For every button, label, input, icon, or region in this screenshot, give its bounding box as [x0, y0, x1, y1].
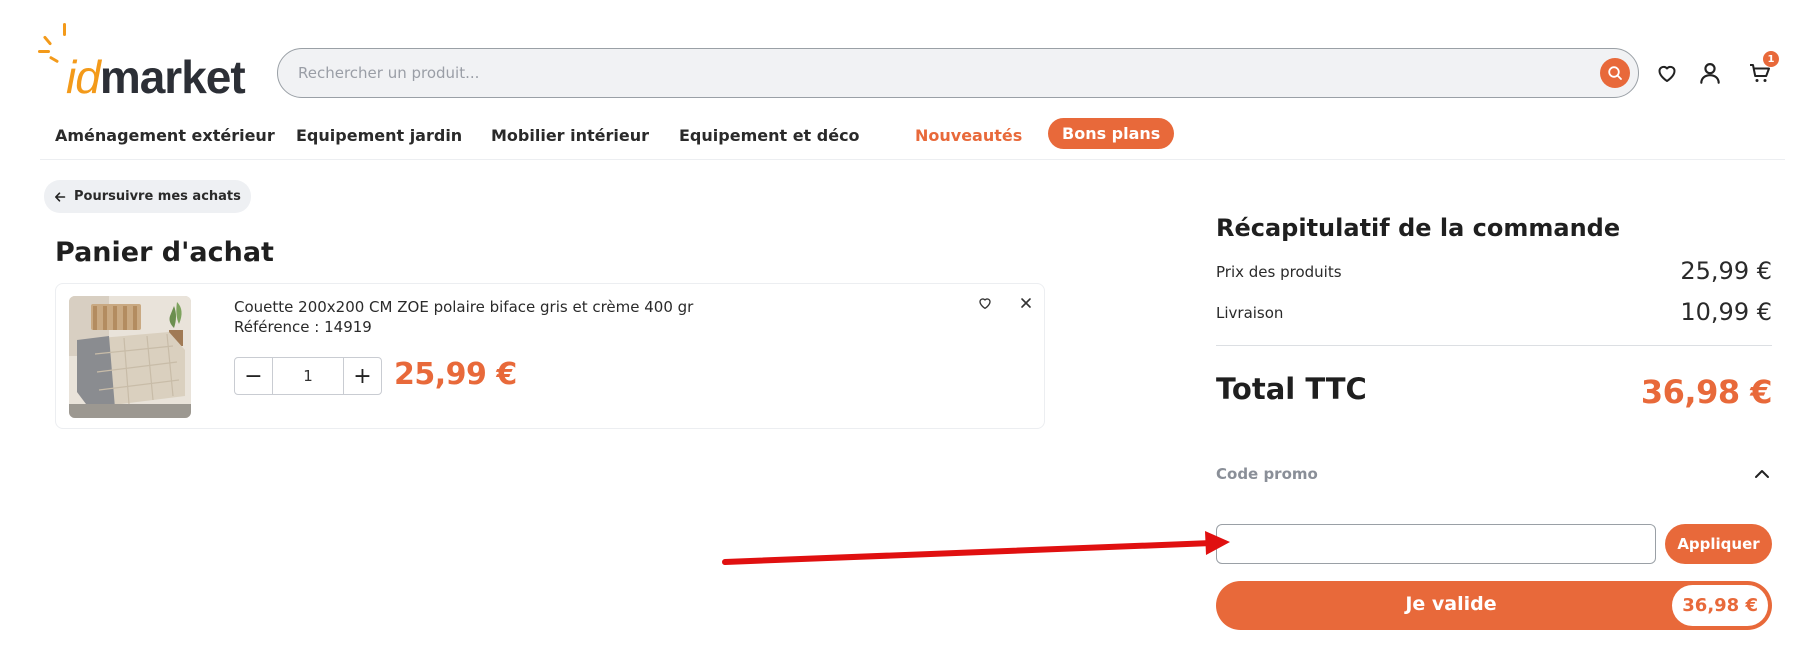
validate-order-price: 36,98 € [1672, 585, 1768, 626]
nav-item-equipement-jardin[interactable]: Equipement jardin [296, 126, 462, 145]
shipping-label: Livraison [1216, 304, 1284, 322]
products-price-label: Prix des produits [1216, 263, 1342, 281]
close-icon [1021, 298, 1031, 308]
logo-market-text: market [99, 51, 246, 103]
quantity-decrease-button[interactable]: − [235, 358, 272, 394]
wishlist-button[interactable] [1652, 58, 1682, 88]
nav-item-equipement-deco[interactable]: Equipement et déco [679, 126, 860, 145]
nav-item-nouveautes[interactable]: Nouveautés [915, 126, 1022, 145]
search-input[interactable] [298, 49, 1558, 96]
quantity-stepper: − 1 + [234, 357, 382, 395]
arrow-left-icon [55, 191, 66, 202]
remove-item-button[interactable] [1015, 292, 1037, 314]
user-icon [1700, 63, 1720, 84]
products-price-value: 25,99 € [1680, 257, 1772, 285]
heart-icon [1658, 65, 1676, 82]
nav-item-bons-plans[interactable]: Bons plans [1048, 118, 1175, 149]
validate-order-button[interactable]: Je valide 36,98 € [1216, 581, 1772, 630]
product-name[interactable]: Couette 200x200 CM ZOE polaire biface gr… [234, 298, 693, 316]
add-to-wishlist-button[interactable] [974, 292, 996, 314]
total-value: 36,98 € [1640, 373, 1773, 411]
nav-divider [40, 159, 1785, 160]
promo-code-toggle[interactable]: Code promo [1216, 462, 1772, 490]
cart-button[interactable]: 1 [1745, 51, 1779, 88]
search-icon [1608, 66, 1622, 80]
continue-shopping-button[interactable]: Poursuivre mes achats [44, 180, 251, 213]
total-label: Total TTC [1216, 372, 1367, 406]
cart-count-badge: 1 [1763, 51, 1779, 67]
search-bar [277, 48, 1639, 98]
nav-item-mobilier-interieur[interactable]: Mobilier intérieur [491, 126, 649, 145]
heart-icon [979, 298, 991, 309]
site-logo[interactable]: idmarket [38, 20, 246, 103]
product-image[interactable] [69, 296, 191, 418]
promo-code-label: Code promo [1216, 465, 1318, 483]
item-price: 25,99 € [394, 357, 517, 392]
account-button[interactable] [1695, 58, 1725, 88]
main-nav: Aménagement extérieur Equipement jardin … [0, 118, 1820, 160]
quantity-value[interactable]: 1 [272, 358, 344, 394]
shipping-value: 10,99 € [1680, 298, 1772, 326]
logo-id-text: id [66, 51, 101, 103]
cart-title: Panier d'achat [55, 237, 274, 268]
cart-item: Couette 200x200 CM ZOE polaire biface gr… [55, 283, 1045, 429]
validate-order-label: Je valide [1405, 593, 1497, 615]
chevron-up-icon [1755, 470, 1769, 478]
promo-code-input[interactable] [1216, 524, 1656, 564]
quantity-increase-button[interactable]: + [344, 358, 381, 394]
product-reference: Référence : 14919 [234, 318, 372, 336]
continue-shopping-label: Poursuivre mes achats [74, 189, 241, 204]
nav-item-amenagement-exterieur[interactable]: Aménagement extérieur [55, 126, 275, 145]
summary-divider [1216, 345, 1772, 346]
summary-title: Récapitulatif de la commande [1216, 214, 1621, 242]
search-button[interactable] [1600, 58, 1630, 88]
apply-promo-button[interactable]: Appliquer [1665, 524, 1772, 564]
